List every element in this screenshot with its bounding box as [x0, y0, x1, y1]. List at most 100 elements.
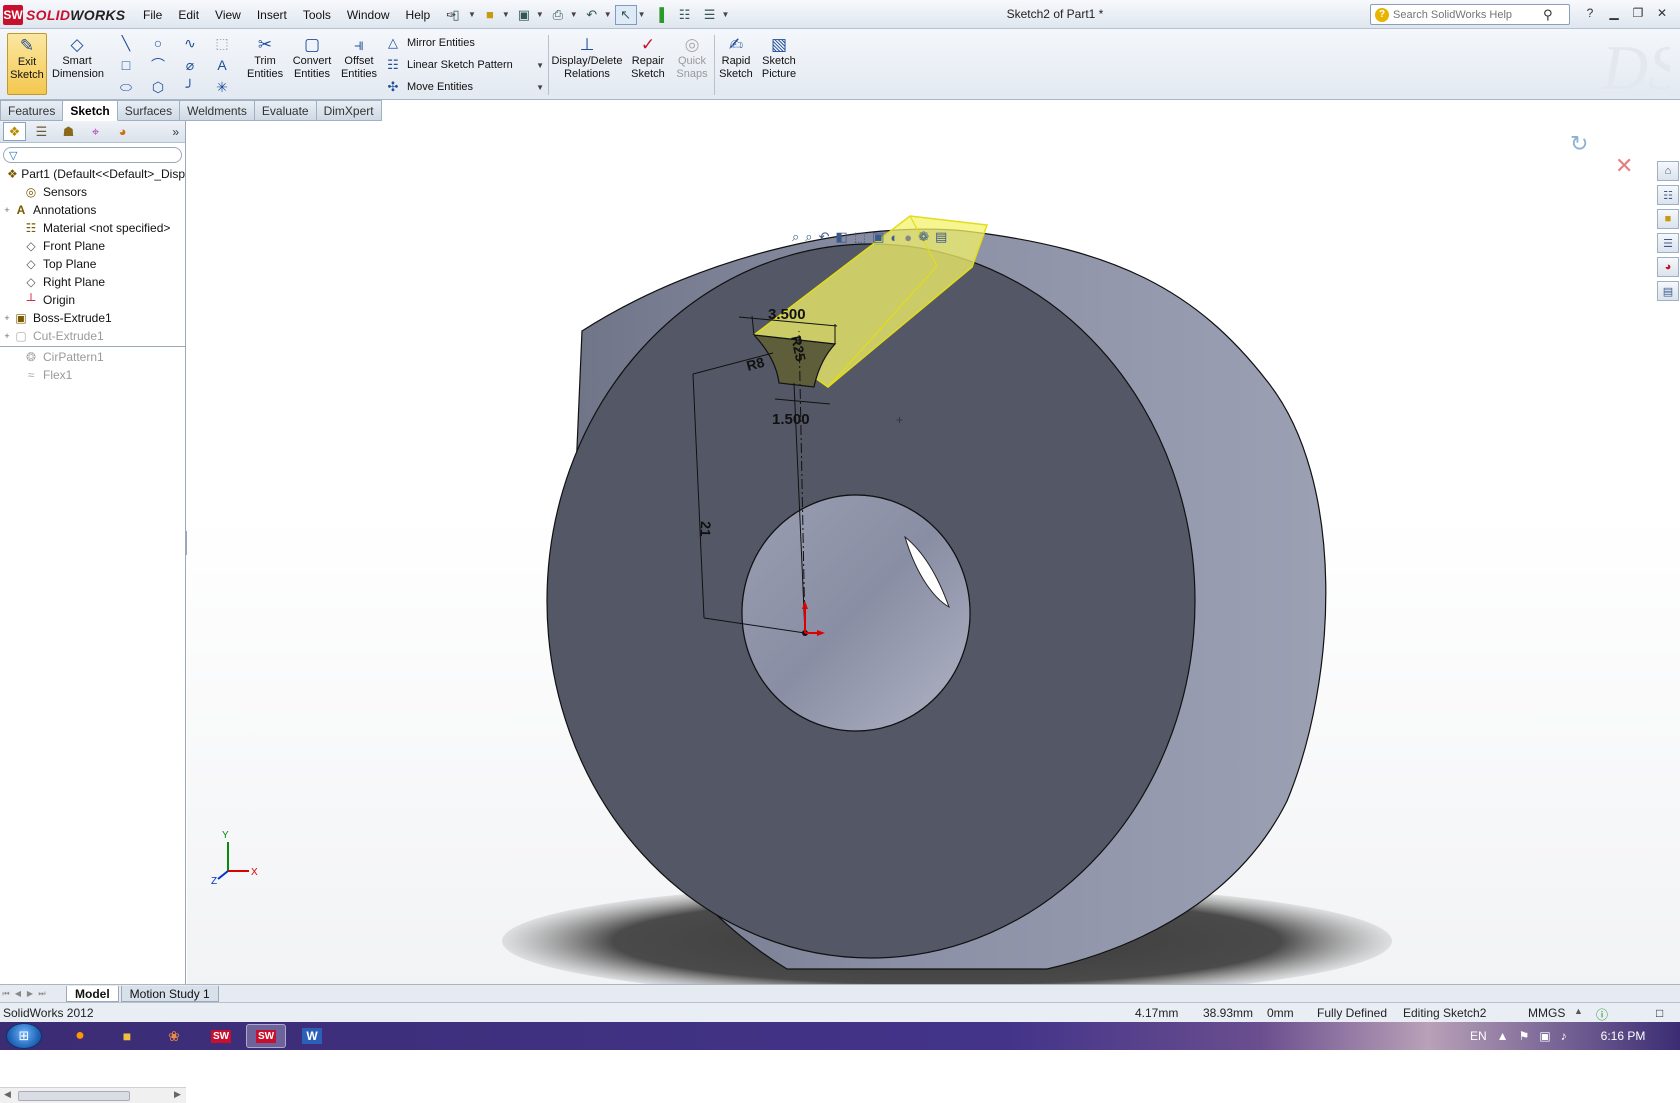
- select-arrow-icon[interactable]: ↖: [614, 4, 637, 25]
- tab-weldments[interactable]: Weldments: [180, 100, 255, 121]
- convert-entities-button[interactable]: ▢ Convert Entities: [290, 33, 334, 95]
- rollback-bar[interactable]: [0, 346, 185, 347]
- tree-item-part[interactable]: ❖ Part1 (Default<<Default>_Disp: [0, 165, 185, 183]
- arc-icon[interactable]: ⌒: [142, 54, 174, 76]
- open-dropdown-icon[interactable]: ▼: [502, 10, 510, 19]
- prev-tab-icon[interactable]: ◀: [12, 987, 24, 1001]
- menu-window[interactable]: Window: [339, 8, 398, 22]
- firefox-taskbar-icon[interactable]: ●: [60, 1024, 100, 1048]
- hide-show-items-icon[interactable]: ◐: [890, 230, 898, 245]
- explorer-taskbar-icon[interactable]: ■: [107, 1024, 147, 1048]
- confirm-sketch-corner-icon[interactable]: ↻: [1570, 131, 1588, 157]
- previous-view-icon[interactable]: ↶: [819, 229, 830, 245]
- tree-item-cirpattern1[interactable]: ❂ CirPattern1: [0, 348, 185, 366]
- next-tab-icon[interactable]: ▶: [24, 987, 36, 1001]
- menu-view[interactable]: View: [207, 8, 249, 22]
- file-properties-icon[interactable]: ☷: [674, 5, 696, 25]
- tree-item-cut-extrude1[interactable]: + ▢ Cut-Extrude1: [0, 327, 185, 345]
- print-dropdown-icon[interactable]: ▼: [570, 10, 578, 19]
- tree-item-right-plane[interactable]: ◇ Right Plane: [0, 273, 185, 291]
- tab-features[interactable]: Features: [0, 100, 64, 121]
- graphics-area[interactable]: 3.500 1.500 R25 R8 21 + Y X Z ⌕ ⌕ ↶ ◧ ⬚ …: [187, 121, 1680, 984]
- help-search-input[interactable]: [1393, 8, 1543, 21]
- tab-dimxpert[interactable]: DimXpert: [316, 100, 382, 121]
- panel-horizontal-scrollbar[interactable]: ◀ ▶: [0, 1087, 186, 1103]
- spline-icon[interactable]: ∿: [174, 32, 206, 54]
- tab-motion-study[interactable]: Motion Study 1: [120, 985, 219, 1002]
- polygon-icon[interactable]: ⬡: [142, 76, 174, 98]
- cancel-sketch-corner-icon[interactable]: ✕: [1615, 153, 1633, 179]
- scroll-left-icon[interactable]: ◀: [4, 1089, 11, 1100]
- save-dropdown-icon[interactable]: ▼: [536, 10, 544, 19]
- status-lock-icon[interactable]: □: [1656, 1006, 1663, 1020]
- configuration-manager-tab-icon[interactable]: ☗: [57, 122, 80, 141]
- feature-manager-tab-icon[interactable]: ❖: [3, 122, 26, 141]
- menu-tools[interactable]: Tools: [295, 8, 339, 22]
- solidworks-active-taskbar-icon[interactable]: SW: [246, 1024, 286, 1048]
- close-icon[interactable]: ✕: [1652, 4, 1672, 22]
- property-manager-tab-icon[interactable]: ☰: [30, 122, 53, 141]
- sketch-picture-button[interactable]: ▧ Sketch Picture: [758, 33, 800, 95]
- tree-item-origin[interactable]: ┴ Origin: [0, 291, 185, 309]
- tree-item-front-plane[interactable]: ◇ Front Plane: [0, 237, 185, 255]
- show-hidden-icons-icon[interactable]: ▲: [1497, 1029, 1509, 1043]
- volume-icon[interactable]: ♪: [1561, 1029, 1567, 1043]
- view-orientation-icon[interactable]: ⬚: [854, 229, 866, 245]
- rebuild-traffic-light-icon[interactable]: ▐: [649, 5, 671, 25]
- restore-icon[interactable]: ❐: [1628, 4, 1648, 22]
- tab-model[interactable]: Model: [66, 985, 119, 1002]
- repair-sketch-button[interactable]: ✓ Repair Sketch: [628, 33, 668, 95]
- options-dropdown-icon[interactable]: ▼: [722, 10, 730, 19]
- tree-item-annotations[interactable]: + A Annotations: [0, 201, 185, 219]
- solidworks-resources-icon[interactable]: ⌂: [1657, 161, 1679, 181]
- new-dropdown-icon[interactable]: ▼: [468, 10, 476, 19]
- scrollbar-thumb[interactable]: [18, 1091, 130, 1101]
- action-center-flag-icon[interactable]: ⚑: [1519, 1029, 1530, 1043]
- exit-sketch-button[interactable]: ✎ Exit Sketch: [7, 33, 47, 95]
- menu-edit[interactable]: Edit: [170, 8, 207, 22]
- bore-hole[interactable]: [741, 494, 971, 732]
- help-search[interactable]: ? ⚲: [1370, 4, 1570, 25]
- view-settings-icon[interactable]: ▤: [935, 229, 947, 245]
- appearances-icon[interactable]: ◕: [1657, 257, 1679, 277]
- line-icon[interactable]: ╲: [110, 32, 142, 54]
- dimension-width-top[interactable]: 3.500: [768, 306, 806, 323]
- select-dropdown-icon[interactable]: ▼: [638, 10, 646, 19]
- word-taskbar-icon[interactable]: W: [292, 1024, 332, 1048]
- start-button-icon[interactable]: ⊞: [6, 1023, 42, 1049]
- display-manager-tab-icon[interactable]: ◕: [111, 122, 134, 141]
- display-delete-relations-button[interactable]: ⊥ Display/Delete Relations: [551, 33, 623, 95]
- menu-file[interactable]: File: [135, 8, 170, 22]
- dimension-width-bottom[interactable]: 1.500: [772, 411, 810, 428]
- options-icon[interactable]: ☰: [699, 5, 721, 25]
- first-tab-icon[interactable]: ⏮: [0, 987, 12, 1001]
- move-entities-button[interactable]: ✣ Move Entities ▼: [384, 76, 544, 98]
- design-library-icon[interactable]: ☷: [1657, 185, 1679, 205]
- circle-icon[interactable]: ○: [142, 32, 174, 54]
- pattern-dropdown-icon[interactable]: ▼: [536, 61, 544, 70]
- slot-icon[interactable]: ⬭: [110, 76, 142, 98]
- app-logo[interactable]: SW SOLIDWORKS: [3, 4, 125, 25]
- tree-item-boss-extrude1[interactable]: + ▣ Boss-Extrude1: [0, 309, 185, 327]
- print-icon[interactable]: ⎙: [547, 5, 569, 25]
- mirror-entities-button[interactable]: △ Mirror Entities: [384, 32, 475, 54]
- quick-tips-icon[interactable]: ⓘ: [1596, 1006, 1608, 1023]
- display-style-icon[interactable]: ▣: [872, 229, 884, 245]
- expand-panel-icon[interactable]: »: [172, 125, 179, 139]
- construction-geometry-icon[interactable]: ⬚: [206, 32, 238, 54]
- undo-dropdown-icon[interactable]: ▼: [604, 10, 612, 19]
- menu-insert[interactable]: Insert: [249, 8, 295, 22]
- text-icon[interactable]: A: [206, 54, 238, 76]
- view-palette-icon[interactable]: ☰: [1657, 233, 1679, 253]
- save-icon[interactable]: ▣: [513, 5, 535, 25]
- zoom-to-area-icon[interactable]: ⌕: [805, 229, 812, 245]
- tab-sketch[interactable]: Sketch: [63, 100, 118, 121]
- quick-snaps-button[interactable]: ◎ Quick Snaps: [673, 33, 711, 95]
- units-dropdown-icon[interactable]: ▲: [1574, 1006, 1583, 1016]
- new-document-icon[interactable]: ▯: [445, 5, 467, 25]
- fillet-icon[interactable]: ╯: [174, 76, 206, 98]
- dimension-distance[interactable]: 21: [697, 521, 714, 537]
- tree-filter[interactable]: ▽: [3, 147, 182, 163]
- language-indicator[interactable]: EN: [1470, 1029, 1487, 1043]
- help-menu-icon[interactable]: ?: [1580, 4, 1600, 22]
